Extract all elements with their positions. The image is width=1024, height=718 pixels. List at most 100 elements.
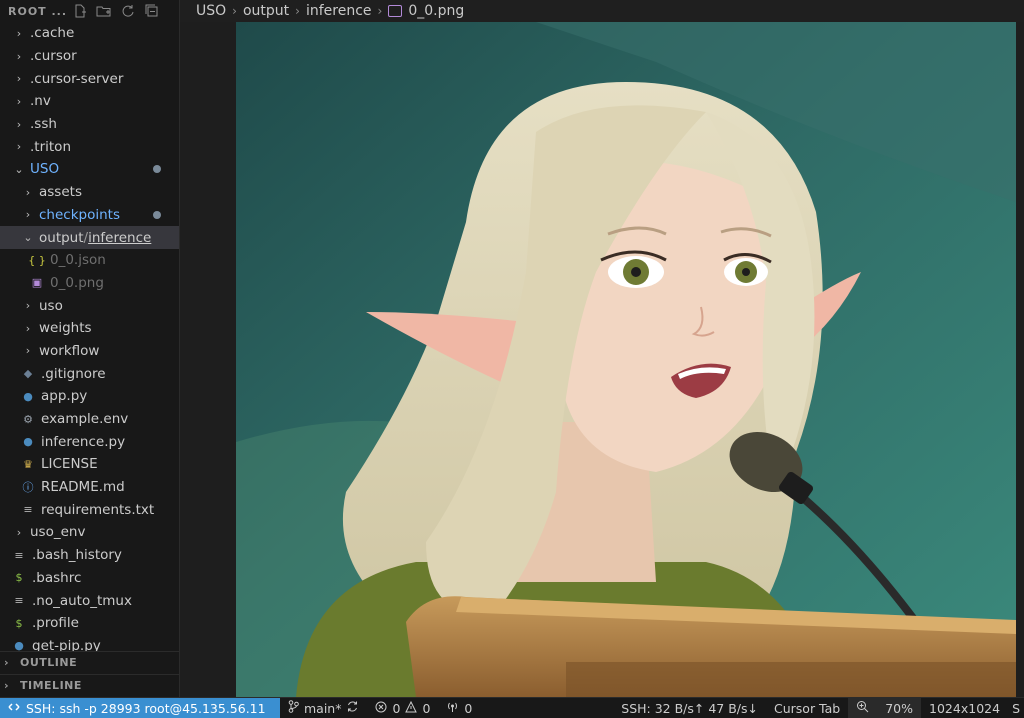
tree-item-label: .gitignore	[41, 365, 106, 382]
modified-dot	[153, 210, 161, 219]
tree-item[interactable]: › assets	[0, 181, 179, 204]
chevron-right-icon: ›	[16, 525, 22, 539]
preview-image	[236, 22, 1016, 697]
tree-item[interactable]: › uso_env	[0, 521, 179, 544]
chevron-right-icon: ›	[232, 4, 237, 18]
tree-item[interactable]: $ .profile	[0, 612, 179, 635]
cursor-tab[interactable]: Cursor Tab	[766, 698, 848, 718]
tree-item[interactable]: › checkpoints	[0, 204, 179, 227]
chevron-right-icon: ›	[25, 321, 31, 335]
tree-item[interactable]: $ .bashrc	[0, 567, 179, 590]
shell-file-icon: $	[15, 571, 23, 585]
tree-item-label: USO	[30, 161, 60, 178]
remote-indicator[interactable]: SSH: ssh -p 28993 root@45.135.56.11	[0, 698, 280, 718]
tree-item-label: .profile	[32, 615, 79, 632]
tree-item[interactable]: ⓘ README.md	[0, 476, 179, 499]
tree-item-label: uso	[39, 297, 63, 314]
tree-item-label: workflow	[39, 342, 100, 359]
explorer-header: ROOT ...	[0, 0, 179, 22]
tree-item[interactable]: ≡ requirements.txt	[0, 498, 179, 521]
new-folder-icon[interactable]	[96, 3, 112, 19]
tree-item-label: 0_0.png	[50, 274, 104, 291]
chevron-right-icon: ›	[4, 679, 10, 692]
status-right: SSH: 32 B/s↑ 47 B/s↓ Cursor Tab 70% 1024…	[613, 698, 1024, 718]
tree-item[interactable]: › .triton	[0, 135, 179, 158]
timeline-section[interactable]: › TIMELINE	[0, 674, 179, 696]
tree-item[interactable]: › uso	[0, 294, 179, 317]
tree-item[interactable]: ≡ .bash_history	[0, 544, 179, 567]
ssh-transfer[interactable]: SSH: 32 B/s↑ 47 B/s↓	[613, 698, 766, 718]
tree-item[interactable]: ● app.py	[0, 385, 179, 408]
chevron-right-icon: ›	[25, 208, 31, 222]
collapse-icon[interactable]	[144, 3, 160, 19]
tree-item[interactable]: › workflow	[0, 340, 179, 363]
tree-item[interactable]: › .cursor	[0, 45, 179, 68]
tree-item[interactable]: › .cache	[0, 22, 179, 45]
tree-item[interactable]: › weights	[0, 317, 179, 340]
chevron-right-icon: ›	[25, 299, 31, 313]
git-file-icon: ◆	[23, 367, 33, 381]
broadcast-icon	[446, 701, 459, 716]
image-file-icon	[388, 5, 403, 17]
tree-item-label: .triton	[30, 138, 71, 155]
outline-section[interactable]: › OUTLINE	[0, 651, 179, 673]
tree-item-label: inference	[88, 229, 152, 246]
breadcrumb-part[interactable]: USO	[196, 3, 226, 19]
tree-item[interactable]: ♛ LICENSE	[0, 453, 179, 476]
tree-item[interactable]: { } 0_0.json	[0, 249, 179, 272]
remote-label: SSH: ssh -p 28993 root@45.135.56.11	[26, 700, 266, 716]
explorer-sidebar: ROOT ... › .cache › .cursor › .cursor-server ›…	[0, 0, 180, 697]
breadcrumb-part[interactable]: output	[243, 3, 289, 19]
timeline-label: TIMELINE	[20, 679, 82, 692]
chevron-right-icon: ›	[4, 656, 10, 669]
tree-item-label: weights	[39, 320, 92, 337]
tree-item[interactable]: ⌄ USO	[0, 158, 179, 181]
tree-item-label: output	[39, 229, 84, 246]
refresh-icon[interactable]	[120, 3, 136, 19]
new-file-icon[interactable]	[72, 3, 88, 19]
zoom-level[interactable]: 70%	[877, 698, 922, 718]
file-tree: › .cache › .cursor › .cursor-server › .nv › .ssh ›…	[0, 22, 179, 657]
breadcrumb: USO › output › inference › 0_0.png	[180, 0, 1024, 22]
outline-label: OUTLINE	[20, 656, 78, 669]
tree-item[interactable]: ⌄ output / inference	[0, 226, 179, 249]
zoom-button[interactable]	[848, 698, 878, 718]
chevron-right-icon: ›	[16, 140, 22, 154]
chevron-right-icon: ›	[295, 4, 300, 18]
chevron-right-icon: ›	[25, 344, 31, 358]
breadcrumb-part[interactable]: inference	[306, 3, 372, 19]
tree-item[interactable]: ● inference.py	[0, 430, 179, 453]
ports-count: 0	[464, 700, 473, 716]
chevron-right-icon: ›	[16, 49, 22, 63]
warning-count: 0	[422, 700, 431, 716]
chevron-down-icon: ⌄	[14, 162, 24, 176]
status-extra[interactable]: S	[1008, 698, 1024, 718]
tree-item[interactable]: ◆ .gitignore	[0, 362, 179, 385]
text-file-icon: ≡	[14, 594, 24, 608]
tree-item[interactable]: ≡ .no_auto_tmux	[0, 589, 179, 612]
tree-item-label: uso_env	[30, 524, 86, 541]
ports-status[interactable]: 0	[438, 698, 480, 718]
license-file-icon: ♛	[23, 457, 33, 471]
chevron-right-icon: ›	[16, 72, 22, 86]
branch-status[interactable]: main*	[280, 698, 367, 718]
branch-label: main*	[304, 700, 342, 716]
text-file-icon: ≡	[14, 548, 24, 562]
modified-dot	[153, 165, 161, 174]
tree-item[interactable]: ⚙ example.env	[0, 408, 179, 431]
tree-item-label: inference.py	[41, 433, 126, 450]
sync-icon[interactable]	[346, 700, 359, 716]
tree-item[interactable]: › .ssh	[0, 113, 179, 136]
tree-item[interactable]: › .cursor-server	[0, 67, 179, 90]
chevron-right-icon: ›	[16, 117, 22, 131]
warning-icon	[405, 700, 418, 716]
tree-item[interactable]: › .nv	[0, 90, 179, 113]
breadcrumb-file[interactable]: 0_0.png	[408, 3, 464, 19]
chevron-down-icon: ⌄	[23, 231, 33, 245]
tree-item[interactable]: ▣ 0_0.png	[0, 272, 179, 295]
error-icon	[375, 701, 387, 716]
tree-item-label: example.env	[41, 411, 129, 428]
chevron-right-icon: ›	[25, 185, 31, 199]
explorer-title: ROOT ...	[8, 4, 66, 18]
problems-status[interactable]: 0 0	[367, 698, 438, 718]
